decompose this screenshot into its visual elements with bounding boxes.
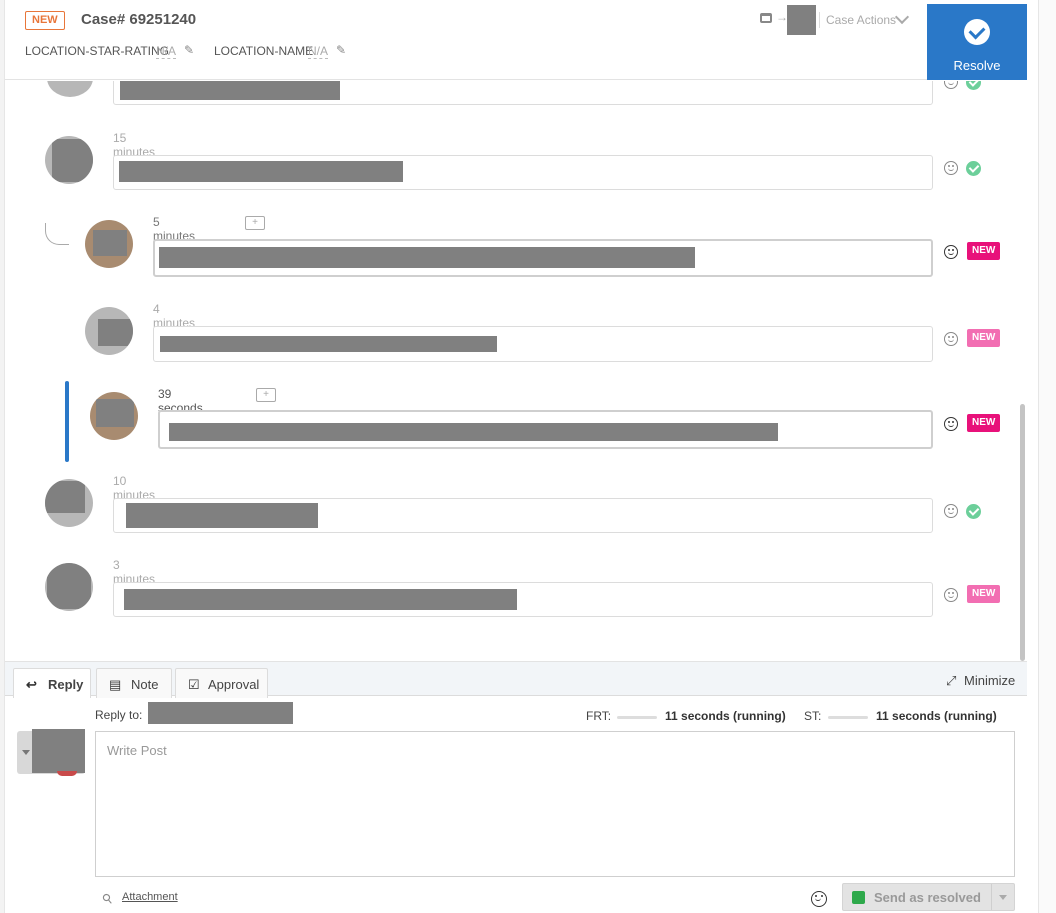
case-actions-menu[interactable]: Case Actions [826, 13, 896, 27]
tab-label: Reply [48, 677, 84, 692]
avatar [45, 479, 93, 527]
check-circle-icon [966, 161, 981, 176]
tab-reply[interactable]: ↩ Reply [13, 668, 91, 698]
resolve-label: Resolve [953, 58, 1001, 73]
redacted-text [124, 589, 517, 610]
sender-avatar [32, 729, 85, 773]
smiley-icon[interactable] [944, 588, 958, 602]
new-status-badge: NEW [967, 414, 1001, 432]
avatar [47, 81, 93, 97]
smiley-icon[interactable] [944, 161, 958, 175]
note-icon: ▤ [109, 677, 122, 692]
reply-arrow-icon: ↩ [26, 677, 37, 692]
st-label: ST: [804, 709, 822, 723]
avatar [45, 563, 93, 611]
right-edge [1038, 0, 1056, 913]
frt-label: FRT: [586, 709, 612, 723]
minimize-icon: ⤢ [946, 673, 957, 688]
paperclip-icon: ⚲ [98, 889, 116, 908]
smiley-icon[interactable] [944, 81, 958, 89]
message-bubble[interactable] [113, 498, 933, 533]
frt-value: 11 seconds (running) [665, 709, 786, 723]
edit-pencil-icon[interactable]: ✎ [336, 43, 348, 57]
smiley-icon[interactable] [944, 245, 958, 259]
redacted-text [159, 247, 695, 268]
sender-selector[interactable] [17, 729, 85, 776]
message-bubble[interactable] [158, 410, 933, 449]
send-label: Send as resolved [874, 890, 981, 905]
tab-note[interactable]: ▤ Note [96, 668, 172, 698]
scrollbar-thumb[interactable] [1020, 404, 1025, 661]
field-value-location-name[interactable]: N/A [308, 44, 329, 59]
tab-label: Approval [208, 677, 260, 692]
smiley-icon[interactable] [944, 417, 958, 431]
emoji-picker-icon[interactable] [811, 891, 827, 907]
status-badge: NEW [25, 11, 65, 30]
add-tag-icon[interactable]: + [256, 388, 276, 402]
approval-check-icon: ☑ [188, 677, 200, 692]
write-post-placeholder: Write Post [107, 743, 167, 758]
field-value-star-rating[interactable]: N/A [156, 44, 177, 59]
reply-to-recipient[interactable] [148, 702, 293, 724]
avatar [85, 220, 133, 268]
composer-tabs: ↩ Reply ▤ Note ☑ Approval ⤢ Minimize [5, 661, 1027, 698]
st-value: 11 seconds (running) [876, 709, 997, 723]
inbox-icon [760, 13, 772, 23]
st-progress [828, 716, 868, 719]
caret-down-icon [22, 750, 30, 755]
redacted-text [160, 336, 497, 352]
message-bubble[interactable] [153, 239, 933, 277]
message-bubble[interactable] [153, 326, 933, 362]
divider [819, 12, 820, 28]
caret-down-icon[interactable] [999, 895, 1007, 900]
avatar [90, 392, 138, 440]
case-title: Case# 69251240 [81, 11, 197, 28]
add-tag-icon[interactable]: + [245, 216, 265, 230]
message-bubble[interactable] [113, 582, 933, 617]
status-square-icon [852, 891, 865, 904]
assignee-avatar[interactable] [787, 5, 816, 35]
new-status-badge: NEW [967, 329, 1001, 347]
redacted-text [119, 161, 403, 182]
check-circle-icon [964, 19, 990, 45]
field-label-location-name: LOCATION-NAME [214, 44, 314, 58]
minimize-label: Minimize [964, 673, 1016, 688]
redacted-text [169, 423, 778, 441]
new-status-badge: NEW [967, 585, 1001, 603]
avatar [45, 136, 93, 184]
case-header: NEW Case# 69251240 LOCATION-STAR-RATING … [5, 0, 1027, 80]
smiley-icon[interactable] [944, 504, 958, 518]
check-circle-icon [966, 81, 981, 90]
new-status-badge: NEW [967, 242, 1001, 260]
redacted-text [126, 503, 318, 528]
frt-progress [617, 716, 657, 719]
reply-to-label: Reply to: [95, 708, 143, 722]
active-indicator [65, 381, 69, 462]
sender-status [57, 771, 77, 776]
redacted-text [120, 81, 340, 100]
avatar [85, 307, 133, 355]
attachment-label: Attachment [122, 891, 178, 903]
chevron-down-icon[interactable] [894, 9, 910, 25]
reply-composer: ↩ Reply ▤ Note ☑ Approval ⤢ Minimize Rep… [5, 661, 1027, 913]
message-bubble[interactable] [113, 155, 933, 190]
smiley-icon[interactable] [944, 332, 958, 346]
resolve-button[interactable]: Resolve [927, 4, 1027, 80]
edit-pencil-icon[interactable]: ✎ [184, 43, 196, 57]
divider [991, 884, 992, 910]
field-label-star-rating: LOCATION-STAR-RATING [25, 44, 169, 58]
send-as-resolved-button[interactable]: Send as resolved [842, 883, 1015, 911]
thread-connector [45, 223, 69, 245]
tab-label: Note [131, 677, 159, 692]
check-circle-icon [966, 504, 981, 519]
conversation-thread[interactable]: 15 minutes ago 5 minutes ago + NEW [5, 81, 1027, 661]
message-bubble[interactable] [113, 81, 933, 105]
tab-approval[interactable]: ☑ Approval [175, 668, 268, 698]
case-view: NEW Case# 69251240 LOCATION-STAR-RATING … [0, 0, 1056, 913]
write-post-input[interactable]: Write Post [95, 731, 1015, 877]
